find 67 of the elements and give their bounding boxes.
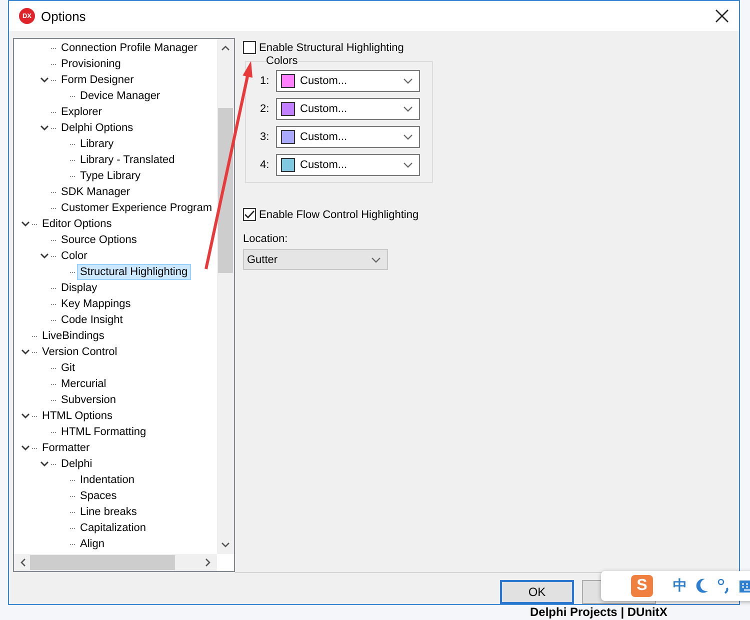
tree-item[interactable]: LiveBindings (39, 328, 108, 344)
tree-item[interactable]: Line breaks (77, 504, 140, 520)
tree-item[interactable]: Type Library (77, 168, 144, 184)
scroll-down-icon[interactable] (221, 542, 230, 548)
color-number: 3: (260, 131, 270, 143)
color-dropdown[interactable]: Custom... (276, 70, 420, 92)
structural-highlighting-checkbox[interactable]: Enable Structural Highlighting (243, 41, 404, 54)
ok-button[interactable]: OK (500, 580, 574, 604)
scroll-right-icon[interactable] (205, 558, 211, 567)
scroll-left-icon[interactable] (20, 558, 26, 567)
color-dropdown[interactable]: Custom... (276, 98, 420, 120)
tree-item[interactable]: Editor Options (39, 216, 115, 232)
chevron-icon[interactable] (21, 349, 30, 355)
tree-item[interactable]: Source Options (58, 232, 140, 248)
tree-item[interactable]: Capitalization (77, 520, 150, 536)
tree-item[interactable]: Color (58, 248, 90, 264)
tree-item[interactable]: Mercurial (58, 376, 110, 392)
tree-item[interactable]: Provisioning (58, 56, 124, 72)
color-number: 2: (260, 103, 270, 115)
location-dropdown[interactable]: Gutter (243, 249, 388, 270)
tree-item[interactable]: Indentation (77, 472, 138, 488)
tree-item[interactable]: Display (58, 280, 100, 296)
color-number: 1: (260, 75, 270, 87)
window-title: Options (41, 8, 87, 24)
tree-item[interactable]: Subversion (58, 392, 120, 408)
location-label: Location: (243, 233, 288, 245)
tree-item[interactable]: Delphi Options (58, 120, 136, 136)
close-icon[interactable] (715, 9, 729, 23)
group-title: Colors (266, 55, 298, 67)
chevron-icon[interactable] (21, 221, 30, 227)
vertical-scrollbar[interactable] (217, 39, 234, 554)
chevron-icon[interactable] (40, 461, 49, 467)
color-number: 4: (260, 159, 270, 171)
tree-item[interactable]: Explorer (58, 104, 105, 120)
tree-item[interactable]: HTML Formatting (58, 424, 150, 440)
color-dropdown[interactable]: Custom... (276, 126, 420, 148)
tree-item[interactable]: Key Mappings (58, 296, 134, 312)
tree-item[interactable]: Code Insight (58, 312, 126, 328)
punctuation-icon[interactable] (717, 578, 731, 594)
chevron-icon[interactable] (40, 77, 49, 83)
tree-item[interactable]: Structural Highlighting (77, 264, 191, 280)
chevron-icon[interactable] (40, 253, 49, 259)
tree-item[interactable]: Spaces (77, 488, 120, 504)
checkmark-icon (244, 210, 255, 219)
tree-item[interactable]: Form Designer (58, 72, 137, 88)
tree-item[interactable]: HTML Options (39, 408, 116, 424)
tree-item[interactable]: Library - Translated (77, 152, 178, 168)
tree-item[interactable]: Align (77, 536, 108, 552)
scroll-up-icon[interactable] (221, 45, 230, 51)
color-dropdown[interactable]: Custom... (276, 154, 420, 176)
tree-item[interactable]: Git (58, 360, 78, 376)
input-mode-toggle[interactable]: 中 (673, 577, 687, 595)
tree-item[interactable]: SDK Manager (58, 184, 134, 200)
horizontal-scrollbar[interactable] (14, 554, 217, 571)
tree-item[interactable]: Customer Experience Program (58, 200, 216, 216)
flow-control-checkbox[interactable]: Enable Flow Control Highlighting (243, 208, 419, 221)
tree-item[interactable]: Connection Profile Manager (58, 40, 200, 56)
tree-item[interactable]: Formatter (39, 440, 93, 456)
moon-icon[interactable] (695, 578, 709, 594)
tree-item[interactable]: Version Control (39, 344, 120, 360)
project-title: Delphi Projects | DUnitX (530, 605, 668, 619)
tree-item[interactable]: Device Manager (77, 88, 164, 104)
chevron-icon[interactable] (40, 125, 49, 131)
chevron-icon[interactable] (21, 413, 30, 419)
chevron-icon[interactable] (21, 445, 30, 451)
tree-item[interactable]: Delphi (58, 456, 96, 472)
tree-item[interactable]: Library (77, 136, 117, 152)
